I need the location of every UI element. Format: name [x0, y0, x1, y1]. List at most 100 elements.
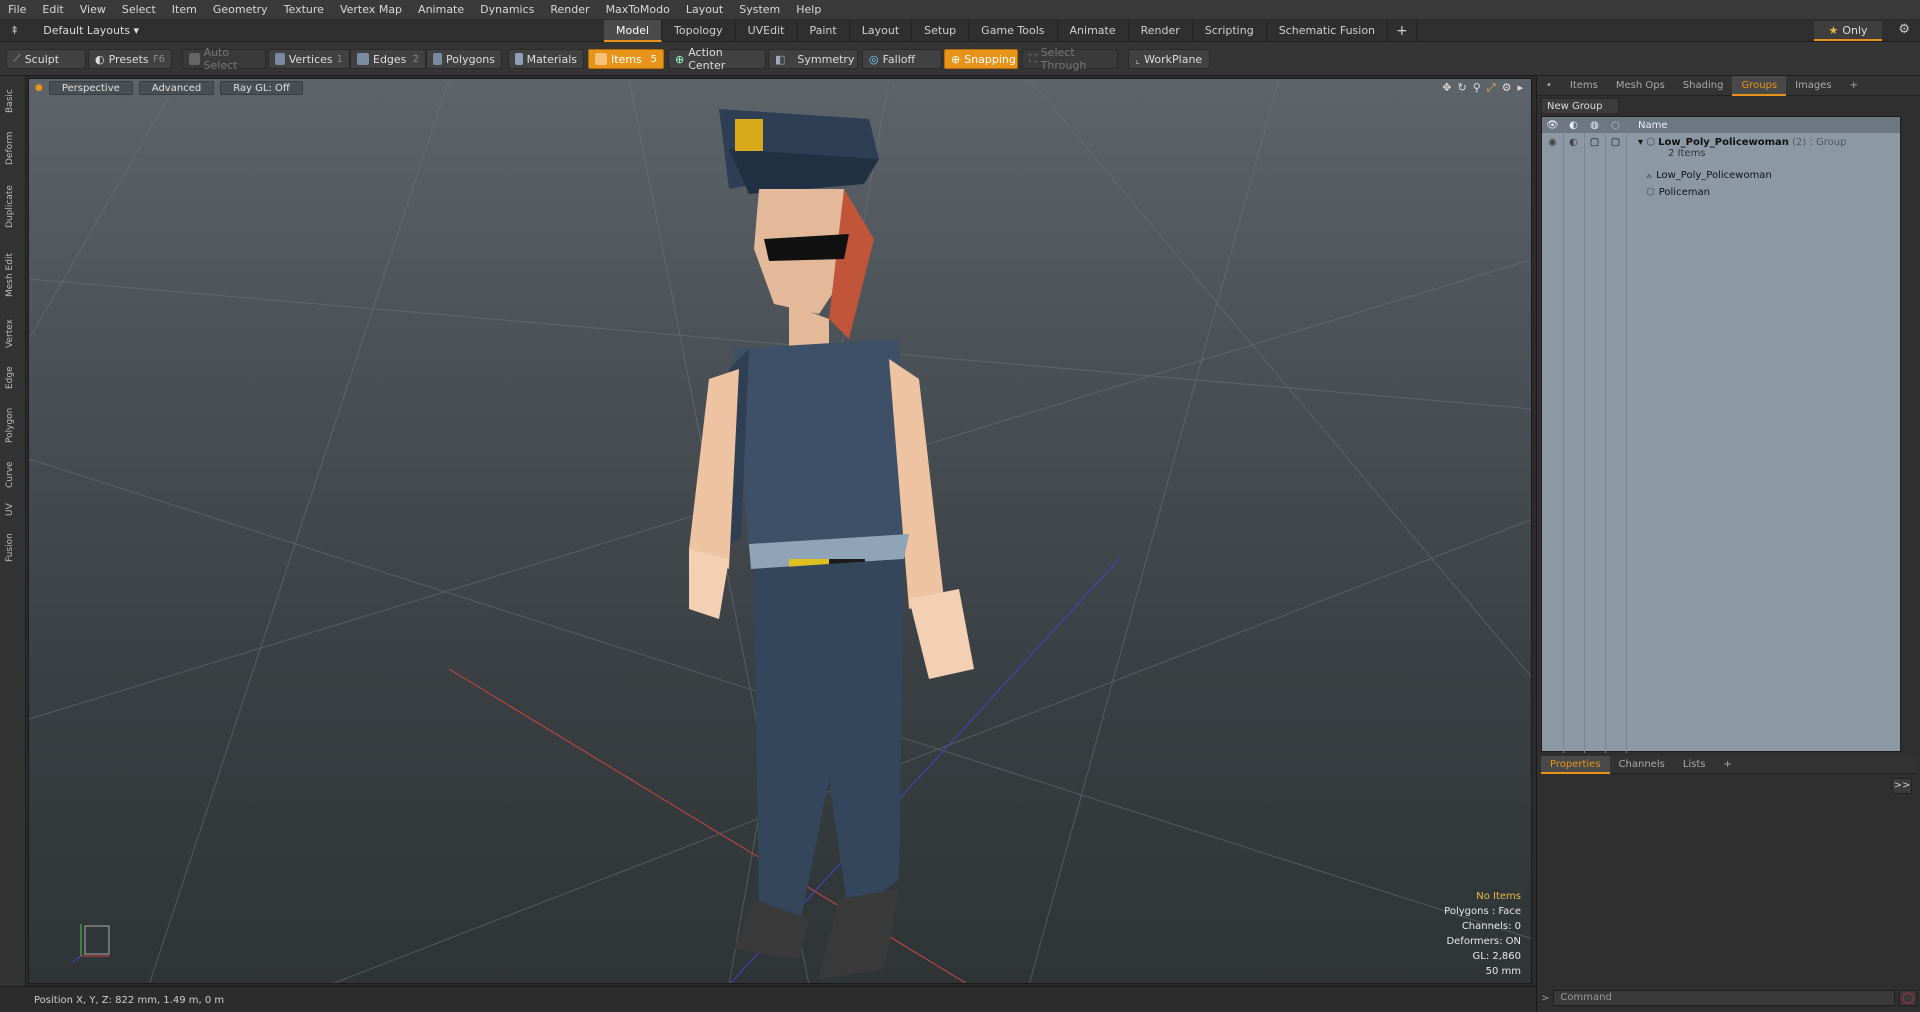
layout-tab[interactable]: UVEdit: [736, 20, 798, 42]
layout-tab[interactable]: Game Tools: [969, 20, 1058, 42]
visibility-column-icon[interactable]: 👁: [1542, 120, 1563, 131]
left-tab[interactable]: Basic: [5, 82, 19, 120]
menu-item[interactable]: Item: [164, 3, 205, 16]
select-column-icon[interactable]: ◌: [1605, 120, 1626, 131]
add-panel-tab-icon[interactable]: +: [1841, 76, 1867, 96]
menu-item[interactable]: Animate: [410, 3, 472, 16]
expand-icon[interactable]: ▾: [1638, 137, 1643, 148]
add-tab-icon[interactable]: +: [1388, 20, 1417, 42]
layout-dropdown[interactable]: Default Layouts ▾: [43, 24, 139, 37]
panel-menu-icon[interactable]: •: [1537, 76, 1561, 96]
items-button[interactable]: Items 5: [588, 49, 664, 69]
workplane-button[interactable]: ⌞ WorkPlane: [1128, 49, 1210, 69]
menu-item[interactable]: Texture: [276, 3, 332, 16]
eye-icon[interactable]: ◉: [1542, 137, 1563, 148]
lock-column-icon[interactable]: ◍: [1584, 120, 1605, 131]
lock-toggle-icon[interactable]: ▢: [1584, 137, 1605, 148]
snapping-button[interactable]: ⊕ Snapping: [944, 49, 1018, 69]
left-tab[interactable]: Mesh Edit: [5, 244, 19, 306]
left-tab[interactable]: UV: [5, 500, 19, 520]
layout-tab[interactable]: Model: [604, 20, 663, 42]
presets-button[interactable]: ◐ Presets F6: [88, 49, 172, 69]
viewport-arrow-icon[interactable]: ▸: [1517, 81, 1523, 95]
list-item[interactable]: ⬡ Policeman: [1542, 184, 1900, 200]
auto-select-button[interactable]: Auto Select: [182, 46, 266, 72]
viewport-menu-icon[interactable]: ●: [35, 81, 43, 95]
only-toggle[interactable]: ★ Only: [1814, 21, 1882, 41]
panel-tab[interactable]: Mesh Ops: [1607, 76, 1674, 96]
channels-info: Channels: 0: [1461, 921, 1521, 932]
left-tab[interactable]: Edge: [5, 362, 19, 394]
command-input[interactable]: Command: [1553, 990, 1895, 1006]
menu-item[interactable]: Render: [542, 3, 597, 16]
menu-item[interactable]: Geometry: [205, 3, 276, 16]
pan-icon[interactable]: ✥: [1442, 81, 1451, 95]
left-tab[interactable]: Polygon: [5, 400, 19, 450]
menu-item[interactable]: System: [731, 3, 788, 16]
properties-tab[interactable]: Lists: [1674, 756, 1715, 774]
layout-collapse-icon[interactable]: ⇞: [10, 24, 19, 37]
vertices-button[interactable]: Vertices 1: [268, 49, 350, 69]
3d-viewport[interactable]: ● Perspective Advanced Ray GL: Off ✥ ↻ ⚲…: [28, 78, 1532, 984]
layout-tab[interactable]: Topology: [662, 20, 736, 42]
view-type-button[interactable]: Perspective: [48, 81, 133, 95]
left-tab[interactable]: Vertex: [5, 312, 19, 356]
menu-item[interactable]: View: [72, 3, 114, 16]
properties-tab[interactable]: Channels: [1610, 756, 1674, 774]
layout-tab[interactable]: Animate: [1058, 20, 1129, 42]
panel-tab[interactable]: Images: [1786, 76, 1841, 96]
maximize-icon[interactable]: ⤢: [1487, 81, 1496, 95]
panel-tab[interactable]: Items: [1561, 76, 1607, 96]
menu-item[interactable]: Select: [114, 3, 164, 16]
list-item[interactable]: ⟑ Low_Poly_Policewoman: [1542, 167, 1900, 183]
layout-tab[interactable]: Layout: [850, 20, 913, 42]
menu-bar: File Edit View Select Item Geometry Texture Ver…: [0, 0, 1920, 20]
gear-icon[interactable]: ⚙: [1898, 22, 1910, 37]
render-column-icon[interactable]: ◐: [1563, 120, 1584, 131]
layout-tab[interactable]: Paint: [798, 20, 850, 42]
menu-item[interactable]: File: [0, 3, 34, 16]
menu-item[interactable]: Help: [788, 3, 829, 16]
menu-item[interactable]: Dynamics: [472, 3, 542, 16]
materials-button[interactable]: Materials: [508, 49, 584, 69]
menu-item[interactable]: MaxToModo: [598, 3, 678, 16]
left-tab[interactable]: Curve: [5, 456, 19, 494]
left-tab[interactable]: Fusion: [5, 526, 19, 570]
mesh-icon: ⬡: [1646, 186, 1655, 198]
sculpt-button[interactable]: ⟋ Sculpt: [6, 49, 86, 69]
policewoman-model[interactable]: [689, 109, 974, 979]
command-stop-icon[interactable]: ◯: [1899, 990, 1917, 1006]
layout-tab[interactable]: Schematic Fusion: [1267, 20, 1389, 42]
select-through-button[interactable]: ⛶ Select Through: [1022, 46, 1118, 72]
rotate-icon[interactable]: ↻: [1458, 81, 1467, 95]
select-toggle-icon[interactable]: ▢: [1605, 137, 1626, 148]
polygons-button[interactable]: Polygons: [426, 49, 502, 69]
layout-tab[interactable]: Render: [1129, 20, 1193, 42]
layout-tab[interactable]: Scripting: [1193, 20, 1267, 42]
hat-badge: [735, 119, 763, 151]
panel-tab[interactable]: Shading: [1674, 76, 1733, 96]
falloff-button[interactable]: ◎ Falloff: [862, 49, 942, 69]
shading-mode-button[interactable]: Advanced: [138, 81, 215, 95]
layout-tab[interactable]: Setup: [912, 20, 970, 42]
render-toggle-icon[interactable]: ◐: [1563, 137, 1584, 148]
menu-item[interactable]: Layout: [678, 3, 731, 16]
properties-tab[interactable]: Properties: [1541, 756, 1610, 774]
panel-tab[interactable]: Groups: [1732, 75, 1787, 96]
viewport-settings-icon[interactable]: ⚙: [1502, 81, 1512, 95]
workplane-label: WorkPlane: [1144, 52, 1203, 66]
edges-button[interactable]: Edges 2: [350, 49, 426, 69]
zoom-icon[interactable]: ⚲: [1473, 81, 1481, 95]
expand-arrow-button[interactable]: >>: [1892, 778, 1912, 794]
select-through-label: Select Through: [1040, 46, 1087, 72]
menu-item[interactable]: Edit: [34, 3, 71, 16]
add-properties-tab-icon[interactable]: +: [1715, 756, 1741, 774]
raygl-button[interactable]: Ray GL: Off: [220, 81, 303, 95]
new-group-button[interactable]: New Group: [1541, 98, 1619, 114]
symmetry-button[interactable]: ◧ Symmetry: [768, 49, 858, 69]
action-center-button[interactable]: ⊕ Action Center: [668, 46, 766, 72]
group-row[interactable]: ◉ ◐ ▢ ▢ ▾ ⬡ Low_Poly_Policewoman (2) : G…: [1542, 135, 1900, 163]
menu-item[interactable]: Vertex Map: [332, 3, 410, 16]
left-tab[interactable]: Deform: [5, 126, 19, 170]
left-tab[interactable]: Duplicate: [5, 176, 19, 238]
